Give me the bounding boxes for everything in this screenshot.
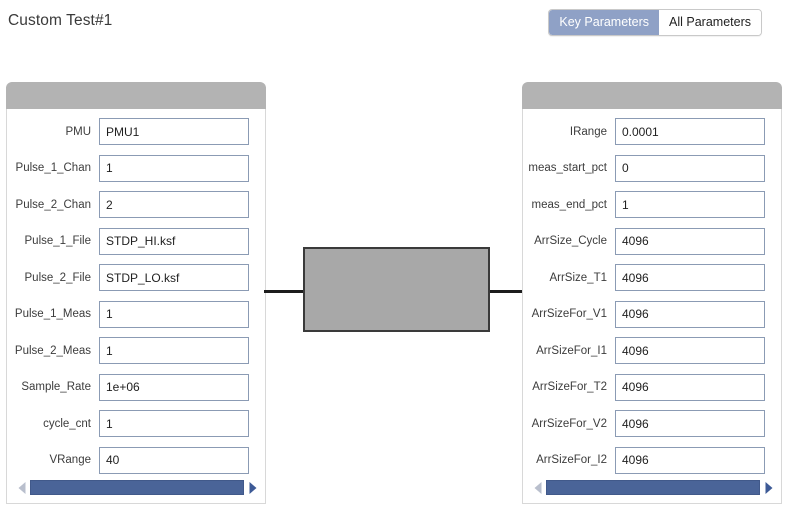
- scroll-left-arrow-icon[interactable]: [531, 479, 544, 496]
- table-row: ArrSizeFor_V2: [523, 409, 781, 438]
- device-under-test-box[interactable]: [303, 247, 490, 332]
- param-input-pmu[interactable]: [99, 118, 249, 145]
- param-input-arrsizefor-v1[interactable]: [615, 300, 765, 328]
- param-label-pulse-1-chan: Pulse_1_Chan: [15, 162, 91, 174]
- param-input-pulse-1-meas[interactable]: [99, 300, 249, 328]
- table-row: ArrSizeFor_T2: [523, 373, 781, 402]
- scroll-right-arrow-icon[interactable]: [762, 479, 775, 496]
- param-label-cycle-cnt: cycle_cnt: [43, 417, 91, 430]
- table-row: ArrSizeFor_V1: [523, 300, 781, 329]
- param-input-pulse-2-file[interactable]: [99, 264, 249, 291]
- param-input-arrsize-cycle[interactable]: [615, 227, 765, 255]
- table-row: Pulse_2_Meas: [7, 336, 265, 365]
- param-input-meas-end-pct[interactable]: [615, 191, 765, 218]
- tab-all-parameters[interactable]: All Parameters: [659, 10, 761, 35]
- param-input-pulse-1-file[interactable]: [99, 227, 249, 255]
- param-label-irange: IRange: [569, 125, 607, 138]
- param-label-pulse-2-file: Pulse_2_File: [24, 271, 91, 284]
- param-label-meas-end-pct: meas_end_pct: [531, 198, 607, 211]
- left-panel-body: PMU Pulse_1_Chan Pulse_2_Chan Pulse_1_Fi…: [6, 109, 266, 504]
- tab-key-parameters[interactable]: Key Parameters: [549, 10, 660, 35]
- left-parameter-panel: PMU Pulse_1_Chan Pulse_2_Chan Pulse_1_Fi…: [6, 82, 266, 504]
- device-wire-left: [264, 290, 305, 293]
- table-row: Pulse_1_Meas: [7, 300, 265, 329]
- param-label-arrsize-t1: ArrSize_T1: [549, 271, 607, 284]
- parameter-mode-toggle[interactable]: Key Parameters All Parameters: [548, 9, 762, 36]
- param-input-irange[interactable]: [615, 118, 765, 145]
- table-row: Pulse_1_File: [7, 227, 265, 256]
- param-label-pulse-2-chan: Pulse_2_Chan: [15, 198, 91, 211]
- table-row: ArrSize_Cycle: [523, 227, 781, 256]
- scroll-right-arrow-icon[interactable]: [246, 479, 259, 496]
- table-row: ArrSizeFor_I2: [523, 446, 781, 475]
- param-input-arrsize-t1[interactable]: [615, 264, 765, 291]
- param-label-pmu: PMU: [65, 125, 91, 138]
- param-input-cycle-cnt[interactable]: [99, 410, 249, 437]
- param-input-arrsizefor-i1[interactable]: [615, 337, 765, 364]
- table-row: meas_start_pct: [523, 154, 781, 183]
- param-input-arrsizefor-v2[interactable]: [615, 410, 765, 437]
- param-label-arrsizefor-v2: ArrSizeFor_V2: [531, 417, 607, 430]
- table-row: PMU: [7, 117, 265, 146]
- scroll-track[interactable]: [546, 480, 760, 495]
- scroll-thumb[interactable]: [30, 480, 244, 495]
- param-input-pulse-2-meas[interactable]: [99, 337, 249, 364]
- param-label-sample-rate: Sample_Rate: [21, 381, 91, 393]
- param-label-pulse-1-file: Pulse_1_File: [24, 235, 91, 247]
- page-title: Custom Test#1: [8, 12, 113, 29]
- scroll-track[interactable]: [30, 480, 244, 495]
- param-input-pulse-2-chan[interactable]: [99, 191, 249, 218]
- right-panel-horizontal-scrollbar[interactable]: [531, 479, 775, 496]
- param-label-arrsize-cycle: ArrSize_Cycle: [534, 235, 607, 247]
- scroll-left-arrow-icon[interactable]: [15, 479, 28, 496]
- device-wire-right: [490, 290, 526, 293]
- param-label-arrsizefor-v1: ArrSizeFor_V1: [531, 308, 607, 320]
- param-label-pulse-1-meas: Pulse_1_Meas: [14, 308, 91, 320]
- left-panel-horizontal-scrollbar[interactable]: [15, 479, 259, 496]
- param-label-arrsizefor-i2: ArrSizeFor_I2: [536, 454, 607, 466]
- table-row: Pulse_2_Chan: [7, 190, 265, 219]
- table-row: Pulse_2_File: [7, 263, 265, 292]
- table-row: IRange: [523, 117, 781, 146]
- table-row: VRange: [7, 446, 265, 475]
- scroll-thumb[interactable]: [546, 480, 760, 495]
- param-input-meas-start-pct[interactable]: [615, 154, 765, 182]
- param-input-vrange[interactable]: [99, 446, 249, 474]
- table-row: Pulse_1_Chan: [7, 154, 265, 183]
- param-input-arrsizefor-i2[interactable]: [615, 446, 765, 474]
- table-row: meas_end_pct: [523, 190, 781, 219]
- left-panel-header: [6, 82, 266, 109]
- param-input-arrsizefor-t2[interactable]: [615, 373, 765, 401]
- right-panel-header: [522, 82, 782, 109]
- param-label-arrsizefor-i1: ArrSizeFor_I1: [536, 344, 607, 357]
- right-panel-body: IRange meas_start_pct meas_end_pct ArrSi…: [522, 109, 782, 504]
- param-label-arrsizefor-t2: ArrSizeFor_T2: [532, 381, 607, 393]
- param-input-sample-rate[interactable]: [99, 373, 249, 401]
- table-row: ArrSizeFor_I1: [523, 336, 781, 365]
- table-row: cycle_cnt: [7, 409, 265, 438]
- right-parameter-panel: IRange meas_start_pct meas_end_pct ArrSi…: [522, 82, 782, 504]
- device-diagram: [264, 200, 526, 390]
- param-input-pulse-1-chan[interactable]: [99, 154, 249, 182]
- table-row: ArrSize_T1: [523, 263, 781, 292]
- param-label-meas-start-pct: meas_start_pct: [528, 162, 607, 174]
- param-label-pulse-2-meas: Pulse_2_Meas: [14, 344, 91, 357]
- table-row: Sample_Rate: [7, 373, 265, 402]
- param-label-vrange: VRange: [49, 454, 91, 466]
